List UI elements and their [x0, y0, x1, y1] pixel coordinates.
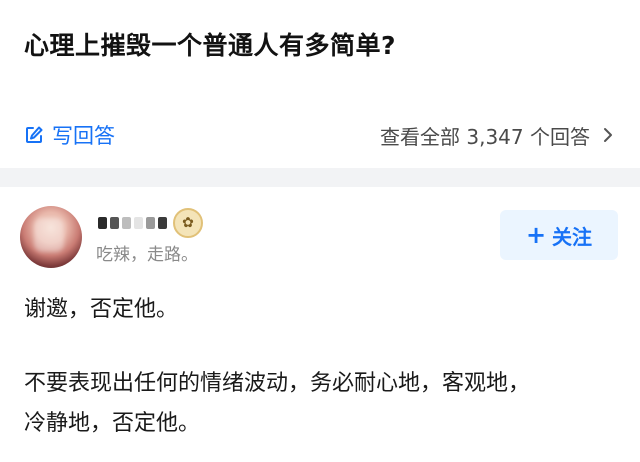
- view-all-answers-link[interactable]: 查看全部 3,347 个回答: [380, 121, 616, 150]
- badge-icon: ✿: [173, 208, 203, 238]
- section-divider: [0, 168, 640, 187]
- author-name[interactable]: ✿: [98, 208, 203, 238]
- question-title[interactable]: 心理上摧毁一个普通人有多简单?: [24, 28, 624, 64]
- answer-content[interactable]: 谢邀，否定他。 不要表现出任何的情绪波动，务必耐心地，客观地， 冷静地，否定他。: [24, 290, 624, 444]
- answer-action-bar: 写回答 查看全部 3,347 个回答: [0, 110, 640, 160]
- follow-label: 关注: [552, 224, 593, 249]
- answer-paragraph-line: 冷静地，否定他。: [24, 411, 201, 436]
- avatar-blur: [34, 218, 64, 252]
- edit-icon: [26, 126, 43, 143]
- write-answer-label: 写回答: [52, 124, 115, 148]
- plus-icon: +: [525, 221, 547, 249]
- redacted-name-mosaic: [98, 217, 167, 229]
- avatar[interactable]: [20, 206, 82, 268]
- follow-button[interactable]: + 关注: [500, 210, 618, 260]
- write-answer-button[interactable]: 写回答: [24, 120, 115, 150]
- chevron-right-icon: [604, 128, 612, 142]
- author-bio: 吃辣，走路。: [96, 245, 198, 265]
- question-header: 心理上摧毁一个普通人有多简单?: [24, 28, 624, 64]
- view-all-answers-label: 查看全部 3,347 个回答: [380, 124, 590, 149]
- answer-paragraph: 谢邀，否定他。: [24, 297, 179, 322]
- answer-paragraph-line: 不要表现出任何的情绪波动，务必耐心地，客观地，: [24, 371, 531, 396]
